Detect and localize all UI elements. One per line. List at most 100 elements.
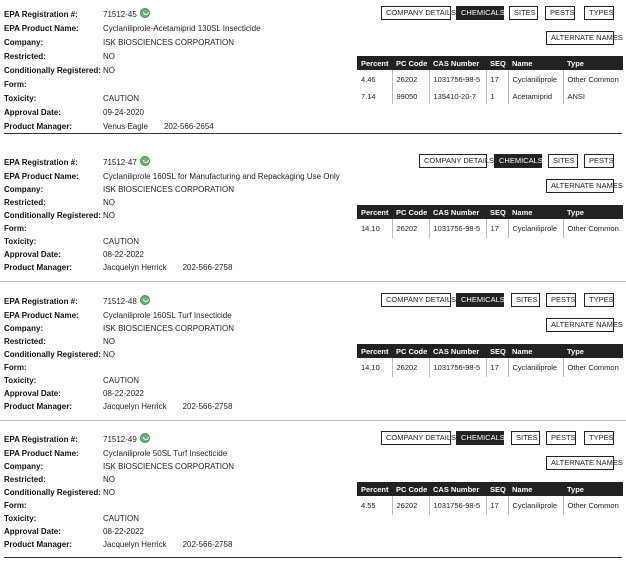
col-cas-number: CAS Number [429, 482, 486, 496]
chemicals-button[interactable]: CHEMICALS [456, 6, 505, 20]
company-details-button[interactable]: COMPANY DETAILS [381, 293, 456, 307]
types-button[interactable]: TYPES [584, 431, 614, 445]
manager-name: Jacquelyn Herrick [103, 402, 167, 411]
record-divider [0, 420, 626, 421]
sites-button[interactable]: SITES [509, 6, 538, 20]
restricted-label: Restricted: [4, 337, 46, 346]
product-name-value: Cyclaniliprole 160SL Turf Insecticide [103, 311, 232, 320]
cell-type: Other Common [567, 224, 619, 233]
manager-name: Jacquelyn Herrick [103, 540, 167, 549]
product-name-value: Cyclaniliprole 160SL for Manufacturing a… [103, 172, 340, 181]
sites-button[interactable]: SITES [548, 154, 578, 168]
approval-value: 08-22-2022 [103, 389, 144, 398]
cell-type: Other Common [567, 75, 619, 84]
cell-percent: 14.10 [357, 219, 393, 238]
conditional-label: Conditionally Registered: [4, 350, 101, 359]
col-seq: SEQ [486, 344, 508, 358]
company-value: ISK BIOSCIENCES CORPORATION [103, 462, 234, 471]
cell-percent: 4.55 [357, 496, 393, 515]
reg-number-value: 71512-45 [103, 10, 137, 19]
company-label: Company: [4, 324, 44, 333]
pests-button[interactable]: PESTS [546, 431, 576, 445]
cell-name: Cyclaniliprole [508, 496, 564, 515]
epa-logo-icon [139, 294, 150, 305]
table-row: 4.55 26202 1031756-98-5 17 Cyclaniliprol… [357, 496, 623, 515]
reg-number-value: 71512-49 [103, 435, 137, 444]
manager-phone: 202-566-2758 [182, 540, 233, 549]
reg-number-label: EPA Registration #: [4, 158, 78, 167]
form-label: Form: [4, 224, 27, 233]
company-details-button[interactable]: COMPANY DETAILS [419, 154, 494, 168]
product-name-label: EPA Product Name: [4, 311, 79, 320]
approval-value: 08-22-2022 [103, 527, 144, 536]
cell-pc-code: 26202 [392, 358, 430, 377]
cell-percent: 14.10 [357, 358, 393, 377]
cell-name: Cyclaniliprole [508, 358, 564, 377]
col-name: Name [508, 205, 563, 219]
cell-name: Cyclaniliprole [508, 219, 564, 238]
cell-seq: 17 [486, 496, 509, 515]
col-name: Name [508, 344, 563, 358]
epa-logo-icon [139, 7, 150, 18]
company-details-button[interactable]: COMPANY DETAILS [381, 431, 456, 445]
reg-number-value: 71512-48 [103, 297, 137, 306]
cell-pc-code: 99050 [392, 89, 430, 104]
restricted-value: NO [103, 198, 115, 207]
cell-seq: 17 [486, 358, 509, 377]
reg-number-value: 71512-47 [103, 158, 137, 167]
manager-name: Venus Eagle [103, 122, 148, 131]
col-percent: Percent [357, 344, 392, 358]
alternate-names-button[interactable]: ALTERNATE NAMES [546, 318, 623, 332]
toxicity-value: CAUTION [103, 237, 139, 246]
cell-cas-number: 1031756-98-5 [429, 358, 487, 377]
approval-label: Approval Date: [4, 108, 61, 117]
conditional-label: Conditionally Registered: [4, 488, 101, 497]
restricted-value: NO [103, 52, 115, 61]
pests-button[interactable]: PESTS [545, 6, 575, 20]
cell-pc-code: 26202 [392, 496, 430, 515]
col-name: Name [508, 482, 563, 496]
col-type: Type [563, 205, 623, 219]
cell-cas-number: 1031756-98-5 [429, 70, 487, 89]
conditional-value: NO [103, 211, 115, 220]
chemicals-button[interactable]: CHEMICALS [456, 293, 505, 307]
col-pc-code: PC Code [392, 344, 429, 358]
alternate-names-button[interactable]: ALTERNATE NAMES [546, 179, 623, 193]
company-label: Company: [4, 462, 44, 471]
conditional-value: NO [103, 66, 115, 75]
cell-pc-code: 26202 [392, 70, 430, 89]
alternate-names-button[interactable]: ALTERNATE NAMES [546, 31, 623, 45]
sites-button[interactable]: SITES [511, 293, 540, 307]
pests-button[interactable]: PESTS [584, 154, 614, 168]
types-button[interactable]: TYPES [584, 293, 614, 307]
cell-seq: 17 [486, 70, 509, 89]
table-header-row: Percent PC Code CAS Number SEQ Name Type [357, 344, 623, 358]
sites-button[interactable]: SITES [511, 431, 540, 445]
product-name-label: EPA Product Name: [4, 172, 79, 181]
manager-phone: 202-566-2758 [182, 263, 233, 272]
col-percent: Percent [357, 482, 392, 496]
conditional-value: NO [103, 350, 115, 359]
manager-phone: 202-566-2654 [163, 122, 214, 131]
record-divider [4, 557, 622, 558]
types-button[interactable]: TYPES [584, 6, 614, 20]
table-header-row: Percent PC Code CAS Number SEQ Name Type [357, 482, 623, 496]
company-value: ISK BIOSCIENCES CORPORATION [103, 38, 234, 47]
manager-phone: 202-566-2758 [182, 402, 233, 411]
col-type: Type [563, 482, 623, 496]
col-type: Type [563, 344, 623, 358]
toxicity-label: Toxicity: [4, 237, 37, 246]
toxicity-value: CAUTION [103, 514, 139, 523]
chemicals-button[interactable]: CHEMICALS [494, 154, 543, 168]
chemicals-table: Percent PC Code CAS Number SEQ Name Type… [357, 344, 623, 377]
manager-label: Product Manager: [4, 263, 73, 272]
toxicity-value: CAUTION [103, 376, 139, 385]
restricted-value: NO [103, 475, 115, 484]
pests-button[interactable]: PESTS [546, 293, 576, 307]
epa-logo-icon [139, 155, 150, 166]
col-pc-code: PC Code [392, 482, 429, 496]
chemicals-button[interactable]: CHEMICALS [456, 431, 505, 445]
company-details-button[interactable]: COMPANY DETAILS [381, 6, 456, 20]
alternate-names-button[interactable]: ALTERNATE NAMES [546, 456, 623, 470]
manager-label: Product Manager: [4, 402, 73, 411]
